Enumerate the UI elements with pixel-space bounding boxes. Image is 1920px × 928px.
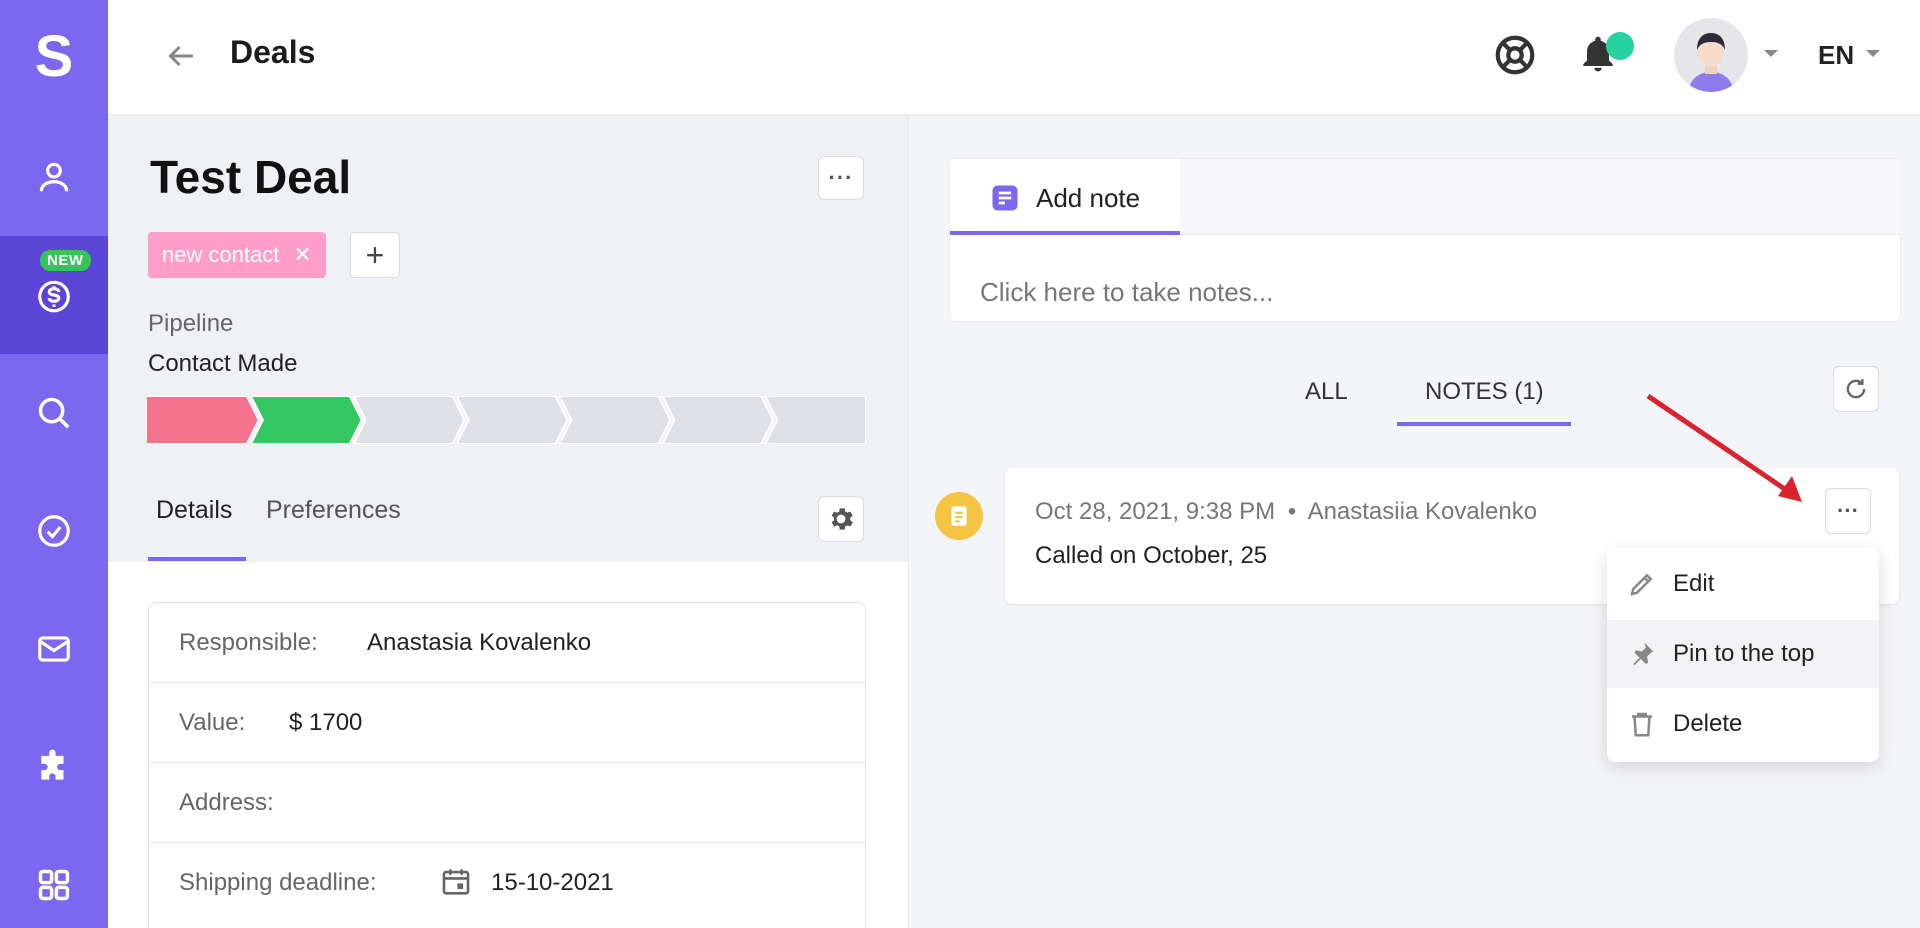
menu-item-pin[interactable]: Pin to the top	[1607, 620, 1879, 688]
pipeline-stage-6[interactable]	[661, 396, 775, 444]
sidebar-item-mail[interactable]	[0, 590, 108, 708]
calendar-icon	[442, 869, 470, 895]
sidebar-item-search[interactable]	[0, 354, 108, 472]
pipeline-stage-4[interactable]	[455, 396, 569, 444]
tab-notes[interactable]: NOTES (1)	[1425, 378, 1544, 406]
menu-item-edit[interactable]: Edit	[1607, 550, 1879, 618]
note-context-menu: Edit Pin to the top Delete	[1607, 548, 1879, 762]
note-date: Oct 28, 2021, 9:38 PM	[1035, 498, 1276, 525]
notification-dot	[1606, 32, 1634, 60]
menu-label: Pin to the top	[1673, 640, 1815, 667]
lifebuoy-help-icon[interactable]	[1492, 32, 1538, 78]
language-caret-icon[interactable]	[1866, 50, 1880, 57]
trash-icon	[1632, 712, 1652, 737]
tab-add-note[interactable]: Add note	[950, 159, 1180, 235]
tag-label: new contact	[162, 242, 280, 267]
pin-icon	[1633, 642, 1654, 666]
tab-all[interactable]: ALL	[1305, 378, 1348, 406]
sidebar-item-tasks[interactable]	[0, 472, 108, 590]
top-header: Deals EN	[108, 0, 1920, 116]
menu-label: Edit	[1673, 570, 1715, 597]
detail-row-shipping-deadline[interactable]: Shipping deadline: 15-10-2021	[149, 843, 865, 923]
note-input[interactable]: Click here to take notes...	[980, 277, 1273, 308]
avatar-person-icon	[1674, 18, 1748, 92]
menu-label: Delete	[1673, 710, 1743, 737]
detail-label: Responsible:	[179, 629, 318, 656]
sidebar: S NEW	[0, 0, 108, 928]
note-icon	[992, 185, 1018, 211]
detail-row-value[interactable]: Value: $ 1700	[149, 683, 865, 763]
settings-button[interactable]	[818, 496, 864, 542]
tag-chip: new contact ✕	[148, 232, 326, 278]
sidebar-item-integrations[interactable]	[0, 708, 108, 826]
search-icon	[38, 397, 70, 429]
check-circle-icon	[38, 515, 70, 547]
user-icon	[39, 162, 69, 192]
annotation-arrow	[1646, 393, 1802, 502]
pipeline-stage-3[interactable]	[352, 396, 466, 444]
details-card: Responsible: Anastasia Kovalenko Value: …	[148, 602, 866, 928]
note-composer: Add note Click here to take notes...	[949, 158, 1902, 322]
activity-panel: Add note Click here to take notes... ALL…	[908, 116, 1920, 928]
detail-row-address[interactable]: Address:	[149, 763, 865, 843]
menu-item-delete[interactable]: Delete	[1607, 690, 1879, 758]
tab-preferences[interactable]: Preferences	[266, 496, 401, 525]
note-meta: Oct 28, 2021, 9:38 PM • Anastasiia Koval…	[1035, 498, 1537, 526]
detail-row-responsible[interactable]: Responsible: Anastasia Kovalenko	[149, 603, 865, 683]
detail-value: Anastasia Kovalenko	[367, 629, 592, 656]
active-tab-indicator	[148, 557, 246, 561]
mail-icon	[38, 636, 70, 662]
detail-value: 15-10-2021	[491, 869, 614, 896]
sidebar-item-apps[interactable]	[0, 826, 108, 928]
pencil-icon	[1630, 573, 1653, 596]
tag-remove-icon[interactable]: ✕	[293, 242, 311, 268]
new-badge: NEW	[40, 250, 91, 271]
sidebar-item-contacts[interactable]	[0, 118, 108, 236]
note-author: Anastasiia Kovalenko	[1307, 498, 1538, 525]
language-selector[interactable]: EN	[1818, 40, 1854, 71]
sidebar-item-deals[interactable]: NEW	[0, 236, 108, 354]
pipeline-stage-5[interactable]	[558, 396, 672, 444]
note-doc-icon	[951, 506, 967, 526]
note-more-button[interactable]: ···	[1825, 488, 1871, 534]
pipeline-stage-1[interactable]	[146, 396, 260, 444]
refresh-icon	[1846, 379, 1866, 399]
add-tag-button[interactable]: +	[350, 232, 400, 278]
detail-label: Address:	[179, 789, 274, 816]
deal-more-button[interactable]: ···	[818, 156, 864, 200]
tab-details[interactable]: Details	[156, 496, 232, 525]
meta-separator: •	[1287, 498, 1297, 525]
app-logo[interactable]: S	[0, 0, 108, 112]
app-window: S NEW Deals EN Test Deal ··· new contact…	[0, 0, 1920, 928]
timeline-note-icon	[935, 492, 983, 540]
pipeline-stage-7[interactable]	[764, 396, 866, 444]
note-text: Called on October, 25	[1035, 542, 1268, 569]
avatar-caret-icon[interactable]	[1764, 50, 1778, 57]
detail-value: $ 1700	[289, 709, 363, 736]
back-arrow-icon[interactable]	[163, 38, 199, 74]
deal-panel: Test Deal ··· new contact ✕ + Pipeline C…	[108, 116, 908, 928]
add-note-label: Add note	[1036, 183, 1141, 213]
detail-label: Value:	[179, 709, 246, 736]
pipeline-stage-2[interactable]	[249, 396, 363, 444]
refresh-button[interactable]	[1833, 366, 1879, 412]
page-title: Deals	[230, 34, 316, 70]
gear-icon	[831, 508, 853, 530]
deal-title: Test Deal	[150, 151, 352, 203]
pipeline-label: Pipeline	[148, 310, 234, 337]
user-avatar[interactable]	[1674, 18, 1748, 92]
active-feed-tab-indicator	[1397, 422, 1571, 426]
pipeline-progress	[146, 396, 866, 444]
dollar-icon	[38, 280, 70, 313]
grid-icon	[38, 869, 70, 901]
detail-label: Shipping deadline:	[179, 869, 377, 896]
pipeline-stage: Contact Made	[148, 350, 298, 377]
puzzle-icon	[41, 749, 64, 780]
